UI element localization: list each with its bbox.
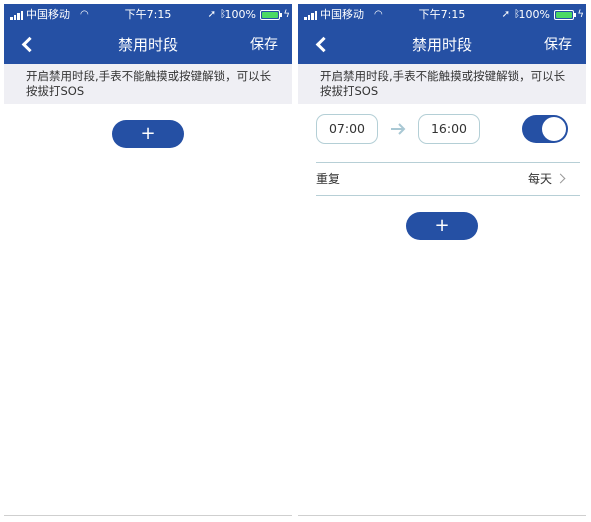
location-icon: ➚ bbox=[501, 9, 510, 20]
page-title: 禁用时段 bbox=[117, 36, 178, 54]
add-period-button[interactable]: + bbox=[112, 120, 184, 148]
status-bar: 中国移动 ◠ 下午7:15 ➚ ᛒ 100% ϟ bbox=[298, 4, 586, 26]
repeat-value: 每天 bbox=[527, 172, 552, 186]
start-time-field[interactable]: 07:00 bbox=[316, 114, 378, 144]
nav-bar: 禁用时段 保存 bbox=[298, 26, 586, 64]
phone-screen-empty: 中国移动 ◠ 下午7:15 ➚ ᛒ 100% ϟ 禁用时段 保存 开启禁用时段,… bbox=[4, 4, 292, 516]
save-button[interactable]: 保存 bbox=[544, 26, 572, 64]
battery-percent: 100% bbox=[518, 8, 550, 21]
save-button[interactable]: 保存 bbox=[250, 26, 278, 64]
repeat-row[interactable]: 重复 每天 bbox=[298, 163, 586, 195]
divider bbox=[316, 195, 580, 196]
top-bar: 中国移动 ◠ 下午7:15 ➚ ᛒ 100% ϟ 禁用时段 保存 bbox=[4, 4, 292, 64]
status-bar: 中国移动 ◠ 下午7:15 ➚ ᛒ 100% ϟ bbox=[4, 4, 292, 26]
top-bar: 中国移动 ◠ 下午7:15 ➚ ᛒ 100% ϟ 禁用时段 保存 bbox=[298, 4, 586, 64]
charging-icon: ϟ bbox=[577, 9, 584, 20]
repeat-label: 重复 bbox=[316, 172, 341, 186]
arrow-right-icon bbox=[391, 123, 406, 135]
battery-percent: 100% bbox=[224, 8, 256, 21]
end-time-field[interactable]: 16:00 bbox=[418, 114, 480, 144]
screenshot-pair: 中国移动 ◠ 下午7:15 ➚ ᛒ 100% ϟ 禁用时段 保存 开启禁用时段,… bbox=[0, 0, 591, 522]
hint-text: 开启禁用时段,手表不能触摸或按键解锁，可以长按拔打SOS bbox=[298, 64, 586, 104]
hint-text: 开启禁用时段,手表不能触摸或按键解锁，可以长按拔打SOS bbox=[4, 64, 292, 104]
disabled-period-row: 07:00 16:00 bbox=[298, 114, 586, 162]
battery-icon bbox=[554, 10, 576, 20]
nav-bar: 禁用时段 保存 bbox=[4, 26, 292, 64]
charging-icon: ϟ bbox=[283, 9, 290, 20]
phone-screen-with-period: 中国移动 ◠ 下午7:15 ➚ ᛒ 100% ϟ 禁用时段 保存 开启禁用时段,… bbox=[298, 4, 586, 516]
chevron-right-icon bbox=[555, 173, 566, 184]
toggle-knob bbox=[542, 117, 566, 141]
add-period-button[interactable]: + bbox=[406, 212, 478, 240]
location-icon: ➚ bbox=[207, 9, 216, 20]
page-title: 禁用时段 bbox=[411, 36, 472, 54]
period-toggle[interactable] bbox=[522, 115, 568, 143]
battery-icon bbox=[260, 10, 282, 20]
